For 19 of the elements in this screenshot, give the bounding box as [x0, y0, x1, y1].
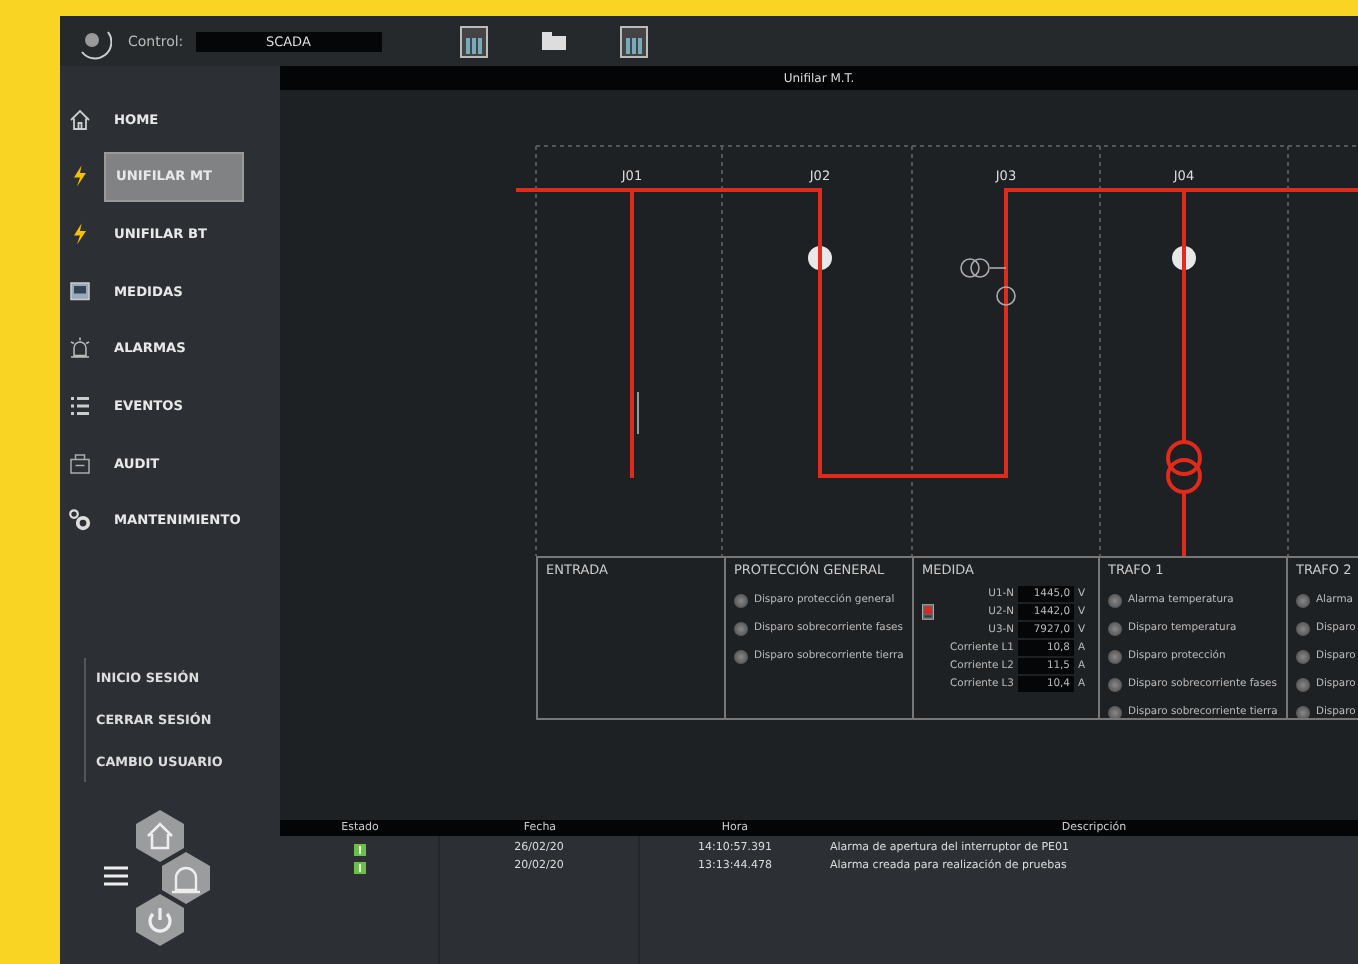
home-icon — [68, 107, 92, 131]
home-button[interactable] — [134, 809, 186, 861]
audit-icon — [68, 451, 92, 476]
cabinet-icon[interactable] — [619, 25, 648, 57]
breaker-icon — [1172, 246, 1196, 270]
transformer-icon — [1166, 440, 1202, 494]
menu-icon[interactable] — [104, 865, 128, 885]
alarm-icon — [68, 336, 92, 361]
grounding-mark — [637, 391, 639, 435]
instrument-transformer-icon — [960, 258, 1016, 306]
alarm-button[interactable] — [160, 851, 212, 903]
breaker-icon — [808, 246, 832, 270]
cabinet-icon[interactable] — [459, 25, 488, 57]
bolt-icon — [68, 221, 92, 246]
meter-icon — [68, 279, 92, 304]
bolt-icon — [68, 164, 92, 189]
power-button[interactable] — [134, 893, 186, 945]
list-icon — [68, 393, 92, 418]
gears-icon — [68, 508, 92, 533]
